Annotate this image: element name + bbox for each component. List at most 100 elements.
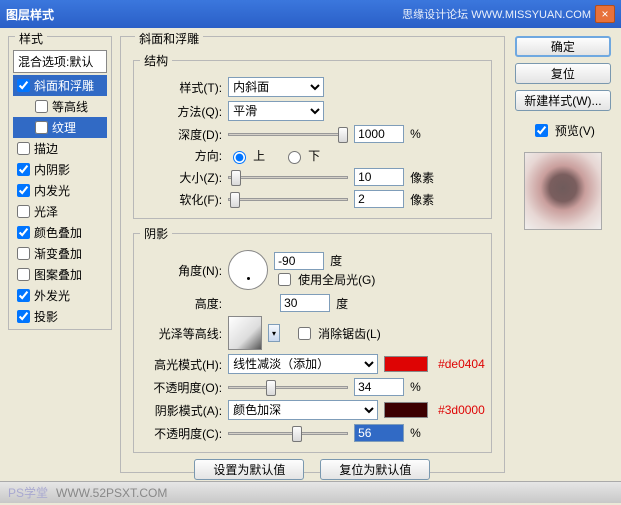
preview-checkbox[interactable]: 预览(V) [531,121,595,140]
preview-thumbnail [524,152,602,230]
shadow-opacity-label: 不透明度(C): [140,425,222,442]
style-item-checkbox[interactable] [17,310,30,323]
gloss-contour-dropdown[interactable]: ▾ [268,324,280,342]
style-item-11[interactable]: 投影 [13,306,107,327]
style-item-checkbox[interactable] [17,163,30,176]
style-item-1[interactable]: 等高线 [13,96,107,117]
angle-input[interactable] [274,252,324,270]
highlight-color-swatch[interactable] [384,356,428,372]
soften-label: 软化(F): [140,191,222,208]
style-item-label: 投影 [34,308,58,325]
shadow-color-swatch[interactable] [384,402,428,418]
style-item-label: 颜色叠加 [34,224,82,241]
style-item-checkbox[interactable] [17,205,30,218]
soften-slider[interactable] [228,190,348,208]
soften-input[interactable] [354,190,404,208]
direction-down-radio[interactable]: 下 [283,147,320,164]
style-item-checkbox[interactable] [17,142,30,155]
styles-panel: 样式 混合选项:默认 斜面和浮雕等高线纹理描边内阴影内发光光泽颜色叠加渐变叠加图… [8,36,112,330]
bevel-panel: 斜面和浮雕 结构 样式(T): 内斜面 方法(Q): 平滑 深度(D): % [120,36,505,473]
global-light-checkbox[interactable]: 使用全局光(G) [274,270,375,289]
style-label: 样式(T): [140,79,222,96]
style-item-label: 光泽 [34,203,58,220]
style-item-10[interactable]: 外发光 [13,285,107,306]
bevel-legend: 斜面和浮雕 [135,30,203,47]
style-item-label: 等高线 [52,98,88,115]
window-title: 图层样式 [6,6,402,23]
close-button[interactable]: × [595,5,615,23]
px-label: 像素 [410,169,434,186]
style-item-checkbox[interactable] [17,289,30,302]
style-item-checkbox[interactable] [35,100,48,113]
shadow-opacity-input[interactable] [354,424,404,442]
style-item-label: 描边 [34,140,58,157]
reset-default-button[interactable]: 复位为默认值 [320,459,430,480]
highlight-mode-label: 高光模式(H): [140,356,222,373]
highlight-mode-select[interactable]: 线性减淡（添加） [228,354,378,374]
style-item-label: 内发光 [34,182,70,199]
style-item-9[interactable]: 图案叠加 [13,264,107,285]
style-item-label: 图案叠加 [34,266,82,283]
highlight-opacity-label: 不透明度(O): [140,379,222,396]
highlight-opacity-slider[interactable] [228,378,348,396]
ok-button[interactable]: 确定 [515,36,611,57]
angle-label: 角度(N): [140,262,222,279]
style-item-checkbox[interactable] [17,184,30,197]
style-item-0[interactable]: 斜面和浮雕 [13,75,107,96]
shadow-opacity-slider[interactable] [228,424,348,442]
depth-slider[interactable] [228,125,348,143]
style-item-checkbox[interactable] [35,121,48,134]
structure-legend: 结构 [140,52,172,69]
method-select[interactable]: 平滑 [228,101,324,121]
cancel-button[interactable]: 复位 [515,63,611,84]
style-item-6[interactable]: 光泽 [13,201,107,222]
footer-badge: PS学堂 [8,484,48,501]
style-item-4[interactable]: 内阴影 [13,159,107,180]
title-bar: 图层样式 思缘设计论坛 WWW.MISSYUAN.COM × [0,0,621,28]
size-input[interactable] [354,168,404,186]
direction-up-radio[interactable]: 上 [228,147,265,164]
highlight-opacity-input[interactable] [354,378,404,396]
style-item-checkbox[interactable] [17,268,30,281]
style-item-2[interactable]: 纹理 [13,117,107,138]
style-item-8[interactable]: 渐变叠加 [13,243,107,264]
style-item-7[interactable]: 颜色叠加 [13,222,107,243]
size-label: 大小(Z): [140,169,222,186]
angle-wheel[interactable] [228,250,268,290]
blend-options-header[interactable]: 混合选项:默认 [13,50,107,73]
style-item-label: 渐变叠加 [34,245,82,262]
direction-label: 方向: [140,147,222,164]
depth-label: 深度(D): [140,126,222,143]
styles-legend: 样式 [15,30,47,47]
gloss-contour-label: 光泽等高线: [140,325,222,342]
altitude-input[interactable] [280,294,330,312]
brand-text: 思缘设计论坛 WWW.MISSYUAN.COM [402,6,591,22]
shadow-mode-select[interactable]: 颜色加深 [228,400,378,420]
style-item-checkbox[interactable] [17,226,30,239]
style-item-5[interactable]: 内发光 [13,180,107,201]
pct-label: % [410,127,421,141]
depth-input[interactable] [354,125,404,143]
gloss-contour-picker[interactable] [228,316,262,350]
style-item-label: 斜面和浮雕 [34,77,94,94]
antialias-checkbox[interactable]: 消除锯齿(L) [294,324,381,343]
shadow-hex-annotation: #3d0000 [438,403,485,417]
style-select[interactable]: 内斜面 [228,77,324,97]
shading-legend: 阴影 [140,225,172,242]
style-item-checkbox[interactable] [17,79,30,92]
new-style-button[interactable]: 新建样式(W)... [515,90,611,111]
shading-group: 阴影 角度(N): 度 使用全局光(G) 高度: [133,225,492,453]
style-item-label: 外发光 [34,287,70,304]
structure-group: 结构 样式(T): 内斜面 方法(Q): 平滑 深度(D): % 方向: [133,52,492,219]
style-item-3[interactable]: 描边 [13,138,107,159]
size-slider[interactable] [228,168,348,186]
highlight-hex-annotation: #de0404 [438,357,485,371]
style-item-checkbox[interactable] [17,247,30,260]
style-item-label: 纹理 [52,119,76,136]
make-default-button[interactable]: 设置为默认值 [194,459,304,480]
style-item-label: 内阴影 [34,161,70,178]
altitude-label: 高度: [140,295,222,312]
method-label: 方法(Q): [140,103,222,120]
shadow-mode-label: 阴影模式(A): [140,402,222,419]
status-bar: PS学堂 WWW.52PSXT.COM [0,481,621,503]
